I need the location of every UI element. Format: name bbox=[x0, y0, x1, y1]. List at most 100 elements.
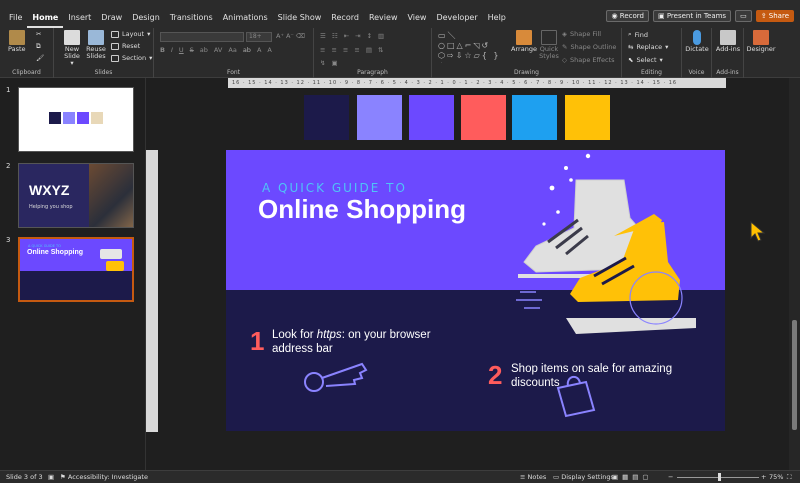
shape-fill-label: Shape Fill bbox=[570, 30, 602, 38]
color-swatch[interactable] bbox=[357, 95, 402, 140]
font-name-combo[interactable] bbox=[160, 32, 244, 42]
reuse-slides-button[interactable]: Reuse Slides bbox=[84, 30, 108, 60]
cut-button[interactable]: ✂ bbox=[36, 30, 41, 38]
tab-draw[interactable]: Draw bbox=[96, 8, 127, 28]
notes-button[interactable]: ≡ Notes bbox=[520, 473, 546, 481]
item1-text[interactable]: Look for https: on your browser address … bbox=[272, 328, 472, 356]
color-swatch[interactable] bbox=[409, 95, 454, 140]
tab-insert[interactable]: Insert bbox=[63, 8, 96, 28]
tab-slide-show[interactable]: Slide Show bbox=[273, 8, 327, 28]
shape-effects-button[interactable]: ◇ Shape Effects bbox=[562, 56, 615, 64]
find-button[interactable]: ⌕ Find bbox=[628, 30, 648, 39]
zoom-slider-thumb[interactable] bbox=[718, 473, 721, 481]
tab-transitions[interactable]: Transitions bbox=[165, 8, 218, 28]
fit-slide-icon[interactable]: ⛶ bbox=[787, 473, 792, 482]
accessibility-status[interactable]: ⚑ Accessibility: Investigate bbox=[60, 473, 148, 481]
shapes-gallery[interactable]: ▭＼○□△⌐◹↺ ⬡⇨⇩☆▱{ } ☆ bbox=[438, 31, 508, 63]
view-buttons[interactable]: ▣▦▤▢ bbox=[612, 473, 653, 481]
paragraph-group: ☰ ☷ ⇤ ⇥ ↕ ▥ ≡ ≡ ≡ ≡ ▤ ⇅ ↯ ▣ Paragraph bbox=[314, 28, 432, 78]
slide-canvas[interactable]: A QUICK GUIDE TO Online Shopping 1 Look … bbox=[226, 150, 725, 431]
drawing-group-label: Drawing bbox=[514, 69, 539, 76]
slide-subtitle[interactable]: A QUICK GUIDE TO bbox=[262, 181, 407, 195]
font-size-combo[interactable]: 18+ bbox=[246, 32, 272, 42]
horizontal-ruler: 16 · 15 · 14 · 13 · 12 · 11 · 10 · 9 · 8… bbox=[228, 78, 726, 88]
section-button[interactable]: Section ▾ bbox=[111, 54, 152, 62]
color-swatch[interactable] bbox=[565, 95, 610, 140]
scrollbar-thumb[interactable] bbox=[792, 320, 797, 430]
format-painter-button[interactable]: 🖌 bbox=[36, 54, 44, 62]
accessibility-icon: ⚑ bbox=[60, 473, 68, 481]
shape-outline-button[interactable]: ✎ Shape Outline bbox=[562, 43, 616, 51]
zoom-in-button[interactable]: + bbox=[761, 473, 766, 481]
editing-group-label: Editing bbox=[641, 69, 662, 76]
share-button[interactable]: ⇪ Share bbox=[755, 10, 794, 22]
tab-help[interactable]: Help bbox=[483, 8, 511, 28]
color-swatch[interactable] bbox=[512, 95, 557, 140]
voice-group-label: Voice bbox=[688, 69, 705, 76]
tab-file[interactable]: File bbox=[4, 8, 27, 28]
shape-effects-label: Shape Effects bbox=[570, 56, 615, 64]
slide-thumbnail-3[interactable]: A Quick Guide to Online Shopping bbox=[18, 237, 134, 302]
microphone-icon bbox=[693, 30, 701, 45]
tab-design[interactable]: Design bbox=[127, 8, 165, 28]
spelling-icon[interactable]: ▣ bbox=[48, 473, 54, 481]
editing-group: ⌕ Find ⇆ Replace ▾ ⬉ Select ▾ Editing bbox=[622, 28, 682, 78]
item2-text[interactable]: Shop items on sale for amazing discounts bbox=[511, 362, 711, 390]
color-swatch[interactable] bbox=[461, 95, 506, 140]
drawing-group: ▭＼○□△⌐◹↺ ⬡⇨⇩☆▱{ } ☆ Arrange Quick Styles… bbox=[432, 28, 622, 78]
new-slide-button[interactable]: New Slide ▾ bbox=[60, 30, 84, 67]
reset-button[interactable]: Reset bbox=[111, 42, 140, 50]
color-swatch[interactable] bbox=[304, 95, 349, 140]
slide-title[interactable]: Online Shopping bbox=[258, 194, 466, 225]
effects-icon: ◇ bbox=[562, 56, 567, 64]
quick-styles-icon bbox=[541, 30, 557, 45]
paste-button[interactable]: Paste bbox=[8, 30, 26, 53]
text-direction-buttons[interactable]: ↯ ▣ bbox=[320, 59, 338, 67]
comments-button[interactable]: ▭ bbox=[735, 10, 752, 22]
arrange-button[interactable]: Arrange bbox=[511, 30, 537, 53]
copy-button[interactable]: ⧉ bbox=[36, 42, 41, 51]
align-buttons[interactable]: ≡ ≡ ≡ ≡ ▤ ⇅ bbox=[320, 46, 383, 54]
key-icon[interactable] bbox=[302, 356, 372, 396]
tab-developer[interactable]: Developer bbox=[431, 8, 482, 28]
display-settings-button[interactable]: ▭ Display Settings bbox=[553, 473, 614, 481]
slide-thumbnail-2[interactable]: WXYZ Helping you shop bbox=[18, 163, 134, 228]
quick-styles-button[interactable]: Quick Styles bbox=[538, 30, 560, 60]
present-in-teams-button[interactable]: ▣ Present in Teams bbox=[652, 10, 732, 22]
font-format-buttons[interactable]: B I U Sab AV Aa ab A A bbox=[160, 46, 272, 54]
paste-label: Paste bbox=[8, 45, 26, 53]
tab-home[interactable]: Home bbox=[27, 8, 64, 28]
designer-button[interactable]: Designer bbox=[746, 30, 776, 53]
font-size-buttons[interactable]: A⁺ A⁻ ⌫ bbox=[276, 32, 305, 40]
tab-view[interactable]: View bbox=[402, 8, 431, 28]
thumb-tagline: Helping you shop bbox=[29, 204, 73, 210]
zoom-level[interactable]: 75% bbox=[769, 473, 783, 481]
item1-number[interactable]: 1 bbox=[250, 326, 264, 357]
record-button[interactable]: ◉ Record bbox=[606, 10, 649, 22]
select-button[interactable]: ⬉ Select ▾ bbox=[628, 56, 663, 64]
vertical-scrollbar[interactable] bbox=[789, 78, 800, 470]
title-actions: ◉ Record ▣ Present in Teams ▭ ⇪ Share bbox=[606, 10, 794, 22]
tab-animations[interactable]: Animations bbox=[218, 8, 273, 28]
shape-fill-button[interactable]: ◈ Shape Fill bbox=[562, 30, 601, 38]
zoom-out-button[interactable]: − bbox=[668, 473, 673, 481]
replace-button[interactable]: ⇆ Replace ▾ bbox=[628, 43, 668, 51]
layout-button[interactable]: Layout ▾ bbox=[111, 30, 150, 38]
tab-review[interactable]: Review bbox=[364, 8, 403, 28]
shopping-bag-icon[interactable] bbox=[548, 374, 604, 418]
clipboard-icon bbox=[8, 30, 25, 45]
ruler-marks: 16 · 15 · 14 · 13 · 12 · 11 · 10 · 9 · 8… bbox=[232, 80, 678, 86]
dictate-label: Dictate bbox=[685, 45, 709, 53]
slide-thumbnail-1[interactable] bbox=[18, 87, 134, 152]
tab-record[interactable]: Record bbox=[326, 8, 364, 28]
add-ins-button[interactable]: Add-ins bbox=[715, 30, 741, 53]
ice-skates-illustration[interactable] bbox=[496, 150, 725, 350]
dictate-button[interactable]: Dictate bbox=[685, 30, 709, 53]
list-buttons[interactable]: ☰ ☷ ⇤ ⇥ ↕ ▥ bbox=[320, 32, 384, 40]
thumb-subtitle: A Quick Guide to bbox=[28, 244, 61, 248]
select-label: Select bbox=[636, 56, 657, 64]
slide-counter: Slide 3 of 3 bbox=[6, 473, 43, 481]
clipboard-group: Paste ✂ ⧉ 🖌 Clipboard bbox=[0, 28, 54, 78]
item2-number[interactable]: 2 bbox=[488, 360, 502, 391]
find-label: Find bbox=[634, 30, 648, 39]
